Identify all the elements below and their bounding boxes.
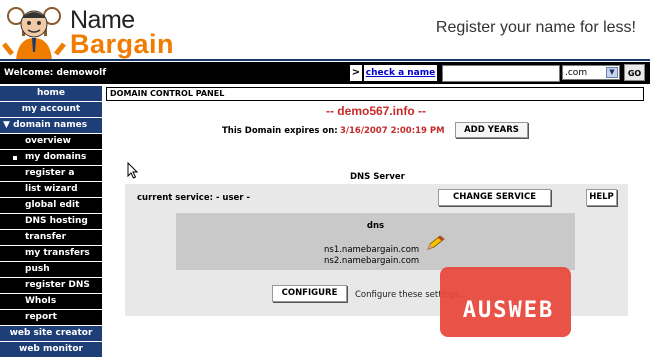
sidebar-item-my-domains[interactable]: my domains bbox=[0, 150, 102, 165]
tagline: Register your name for less! bbox=[435, 19, 636, 36]
sidebar-item-register-a-name[interactable]: register a name bbox=[0, 166, 102, 193]
sidebar-item-overview[interactable]: overview bbox=[0, 134, 102, 149]
expires-label: This Domain expires on: bbox=[222, 126, 338, 136]
sidebar: home my account ▼ domain names overview … bbox=[0, 85, 103, 357]
add-years-button[interactable]: ADD YEARS bbox=[455, 122, 528, 138]
mouse-cursor-icon bbox=[127, 161, 139, 182]
sidebar-item-my-transfers[interactable]: my transfers bbox=[0, 246, 102, 261]
chevron-down-icon[interactable]: ▼ bbox=[606, 67, 618, 78]
sidebar-item-list-wizard[interactable]: list wizard bbox=[0, 182, 102, 197]
domain-title: -- demo567.info -- bbox=[325, 104, 426, 118]
active-bullet-icon bbox=[13, 156, 17, 160]
sidebar-item-label: domain names bbox=[13, 120, 88, 130]
sidebar-item-web-monitor[interactable]: web monitor bbox=[0, 342, 102, 357]
check-a-name-link[interactable]: check a name bbox=[364, 65, 437, 81]
sidebar-item-register-dns[interactable]: register DNS bbox=[0, 278, 102, 293]
nameserver-1: ns1.namebargain.com bbox=[324, 245, 420, 255]
sidebar-item-domain-names[interactable]: ▼ domain names bbox=[0, 118, 102, 133]
header-divider bbox=[0, 59, 650, 61]
logo-text-bargain[interactable]: Bargain bbox=[70, 29, 174, 60]
tld-selected-value: .com bbox=[565, 68, 588, 78]
pencil-icon[interactable] bbox=[426, 235, 446, 254]
current-service: current service: - user - bbox=[137, 193, 250, 203]
dns-label: dns bbox=[366, 221, 385, 231]
sidebar-item-global-edit[interactable]: global edit bbox=[0, 198, 102, 213]
sidebar-item-transfer[interactable]: transfer bbox=[0, 230, 102, 245]
dns-server-heading: DNS Server bbox=[350, 172, 405, 182]
sidebar-item-whois[interactable]: WhoIs bbox=[0, 294, 102, 309]
arrow-indicator: > bbox=[350, 65, 362, 81]
logo-mascot[interactable] bbox=[2, 2, 68, 63]
panel-title: DOMAIN CONTROL PANEL bbox=[106, 87, 644, 101]
welcome-text: Welcome: demowolf bbox=[4, 68, 107, 78]
sidebar-item-my-account[interactable]: my account bbox=[0, 102, 102, 117]
watermark-logo: AUSWEB bbox=[462, 298, 555, 323]
configure-button[interactable]: CONFIGURE bbox=[272, 285, 347, 302]
nameserver-2: ns2.namebargain.com bbox=[324, 256, 420, 266]
sidebar-item-dns-hosting[interactable]: DNS hosting bbox=[0, 214, 102, 229]
sidebar-item-label: my domains bbox=[25, 152, 87, 162]
help-button[interactable]: HELP bbox=[586, 189, 617, 206]
go-button[interactable]: GO bbox=[624, 64, 645, 81]
expires-date: 3/16/2007 2:00:19 PM bbox=[340, 126, 445, 136]
sidebar-item-web-site-creator[interactable]: web site creator bbox=[0, 326, 102, 341]
triangle-down-icon: ▼ bbox=[3, 120, 10, 130]
sidebar-item-home[interactable]: home bbox=[0, 86, 102, 101]
sidebar-item-push[interactable]: push bbox=[0, 262, 102, 277]
sidebar-item-report[interactable]: report bbox=[0, 310, 102, 325]
logo-mascot-icon bbox=[2, 7, 66, 60]
tld-select[interactable]: .com ▼ bbox=[562, 65, 620, 80]
change-service-button[interactable]: CHANGE SERVICE bbox=[438, 189, 551, 206]
domain-search-input[interactable] bbox=[442, 65, 560, 82]
